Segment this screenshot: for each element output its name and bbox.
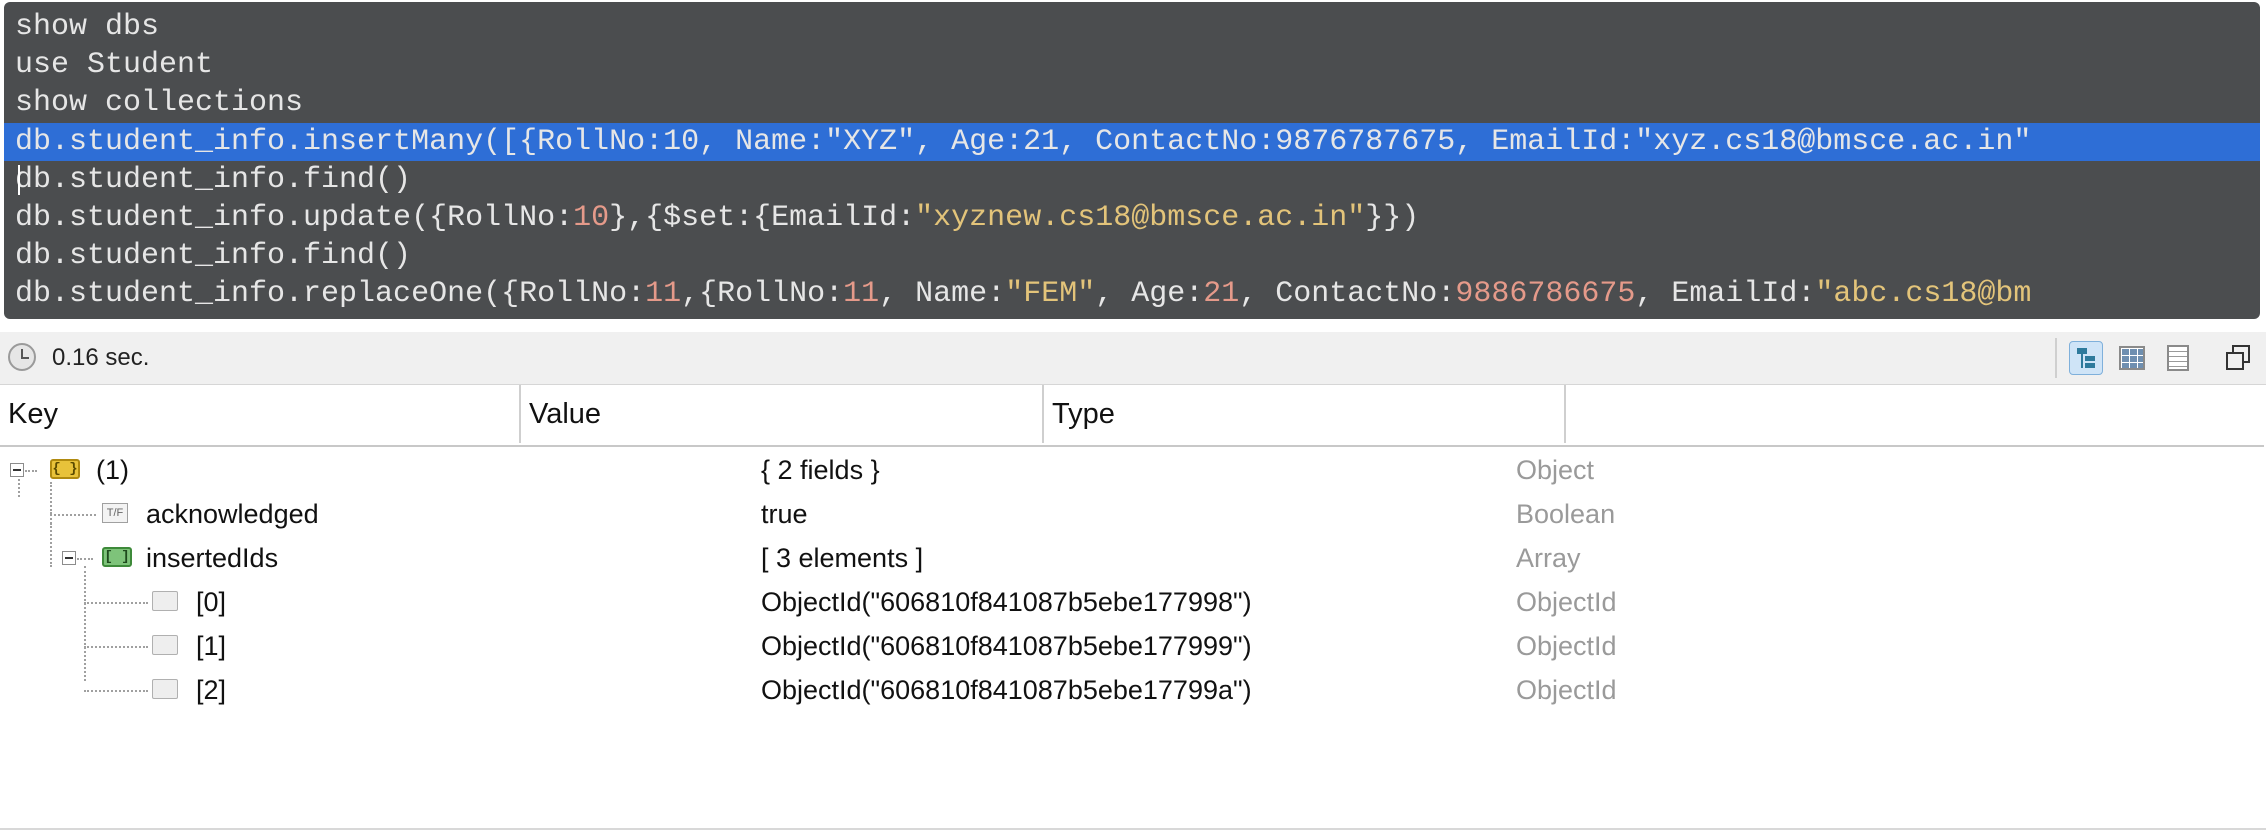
tree-row[interactable]: [2] ObjectId("606810f841087b5ebe17799a")… [0,668,2264,712]
row-type: ObjectId [1516,587,1617,617]
code-token: use Student [15,48,214,82]
code-token: db.student_info.find() [15,163,412,197]
tree-connector [77,558,93,560]
code-token: show dbs [15,10,160,44]
text-view-icon [2167,345,2189,371]
objectid-icon [152,679,178,699]
code-line-6[interactable]: db.student_info.update({RollNo:10},{$set… [4,199,2260,237]
boolean-icon: T/F [102,503,128,523]
tree-connector [50,514,96,516]
row-value: ObjectId("606810f841087b5ebe177999") [761,631,1252,661]
row-key: [0] [196,587,227,617]
tree-connector [50,482,52,514]
table-header: Key Value Type [0,385,2264,447]
panel-border [0,828,2266,830]
row-key: (1) [96,455,129,485]
code-line-2[interactable]: use Student [4,46,2260,84]
code-line-4[interactable]: db.student_info.insertMany([{RollNo:10, … [4,123,2260,161]
table-view-icon [2119,346,2145,370]
row-type: Boolean [1516,499,1616,529]
row-type: Object [1516,455,1595,485]
tree-row[interactable]: [ ] insertedIds [ 3 elements ] Array [0,514,2264,580]
tree-row[interactable]: [1] ObjectId("606810f841087b5ebe177999")… [0,624,2264,668]
text-cursor [18,165,20,195]
objectid-icon [152,635,178,655]
objectid-icon [152,591,178,611]
view-mode-group [2055,338,2207,378]
code-line-5[interactable]: db.student_info.find() [4,161,2260,199]
code-token: 21 [1203,277,1240,311]
tree-row[interactable]: T/F acknowledged true Boolean [0,482,2264,536]
code-token: "abc.cs18@bm [1815,277,2032,311]
row-key: [2] [196,675,227,705]
row-value: [ 3 elements ] [761,543,924,573]
table-view-button[interactable] [2115,341,2149,375]
tree-row[interactable]: { } (1) { 2 fields } Object [0,448,2264,492]
code-token: "xyznew.cs18@bmsce.ac.in" [915,201,1366,235]
code-token: 10 [573,201,610,235]
code-token: ,{RollNo: [681,277,844,311]
row-value: { 2 fields } [761,455,880,485]
code-token: 9886786675 [1455,277,1636,311]
code-token: },{$set:{EmailId: [609,201,916,235]
code-token: db.student_info.replaceOne({RollNo: [15,277,646,311]
code-token: , EmailId: [1635,277,1816,311]
row-value: true [761,499,808,529]
tree-connector [84,646,148,648]
row-type: ObjectId [1516,631,1617,661]
tree-connector [25,470,37,472]
tree-connector [84,690,148,692]
row-type: Array [1516,543,1581,573]
object-icon: { } [50,459,80,479]
code-token: 11 [645,277,682,311]
tree-view-button[interactable] [2069,341,2103,375]
code-line-7[interactable]: db.student_info.find() [4,237,2260,275]
maximize-icon[interactable] [2226,345,2252,371]
code-token: db.student_info.insertMany([{RollNo:10, … [15,125,2032,159]
code-line-3[interactable]: show collections [4,84,2260,122]
code-token: db.student_info.find() [15,239,412,273]
text-view-button[interactable] [2161,341,2195,375]
row-value: ObjectId("606810f841087b5ebe17799a") [761,675,1252,705]
code-token: show collections [15,86,304,120]
code-token: , Age: [1095,277,1204,311]
row-key: [1] [196,631,227,661]
tree-connector [50,514,52,544]
column-header-value[interactable]: Value [521,385,1044,443]
collapse-icon[interactable] [62,551,76,565]
code-token: , Name: [879,277,1006,311]
tree-row[interactable]: [0] ObjectId("606810f841087b5ebe177998")… [0,580,2264,624]
code-token: }}) [1365,201,1420,235]
code-token: 11 [843,277,880,311]
tree-connector [84,602,148,604]
row-value: ObjectId("606810f841087b5ebe177998") [761,587,1252,617]
code-line-1[interactable]: show dbs [4,8,2260,46]
code-token: "FEM" [1005,277,1096,311]
results-toolbar: 0.16 sec. [0,332,2266,385]
array-icon: [ ] [102,547,132,567]
row-type: ObjectId [1516,675,1617,705]
code-token: db.student_info.update({RollNo: [15,201,574,235]
collapse-icon[interactable] [10,463,24,477]
tree-view-icon [2075,346,2097,370]
column-header-type[interactable]: Type [1044,385,1566,443]
column-header-key[interactable]: Key [0,385,521,443]
code-token: , ContactNo: [1239,277,1456,311]
row-key: insertedIds [146,543,279,573]
query-editor[interactable]: show dbs use Student show collections db… [4,2,2260,319]
execution-time: 0.16 sec. [52,344,150,371]
clock-icon [8,343,36,371]
row-key: acknowledged [146,499,319,529]
code-line-8[interactable]: db.student_info.replaceOne({RollNo:11,{R… [4,275,2260,313]
